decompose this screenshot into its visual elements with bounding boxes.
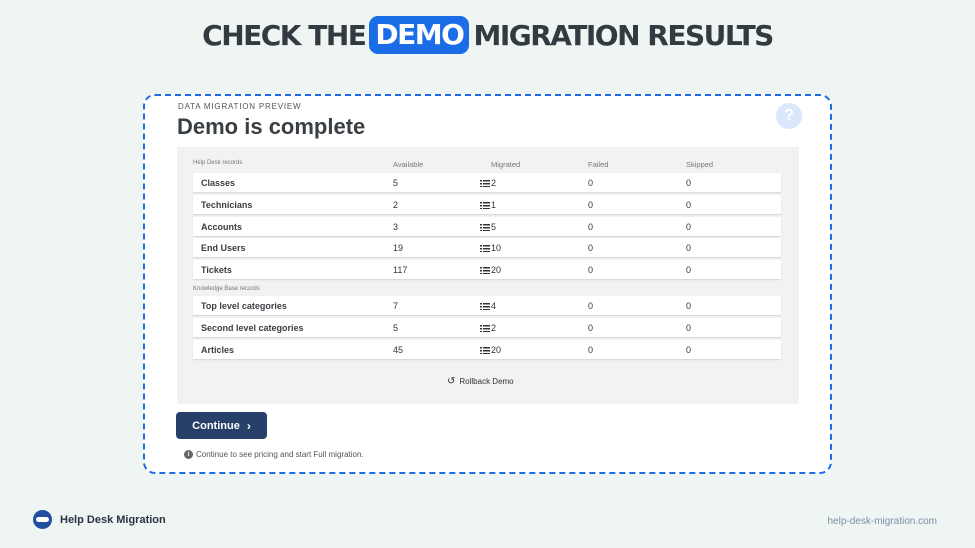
kb-section-label: Knowledge Base records [193,286,260,292]
brand-name: Help Desk Migration [60,513,166,526]
column-header-available: Available [393,160,424,169]
available-count: 45 [393,345,404,355]
headline: CHECK THE DEMO MIGRATION RESULTS [0,16,975,54]
table-row: Accounts 3 5 0 0 [193,217,781,236]
available-count: 117 [393,265,408,275]
failed-count: 0 [588,323,594,333]
available-count: 19 [393,243,404,253]
failed-count: 0 [588,345,594,355]
preview-frame: DATA MIGRATION PREVIEW Demo is complete … [143,94,832,474]
migrated-count: 10 [491,243,502,253]
list-icon [480,324,490,332]
info-icon: i [184,450,193,459]
preview-kicker: DATA MIGRATION PREVIEW [178,102,302,111]
skipped-count: 0 [686,200,692,210]
migrated-count: 4 [491,301,497,311]
list-icon [480,266,490,274]
column-header-failed: Failed [588,160,609,169]
migrated-cell[interactable]: 4 [480,301,496,311]
record-name: Second level categories [201,323,304,333]
migrated-cell[interactable]: 20 [480,265,501,275]
page-title: Demo is complete [177,114,366,139]
migrated-cell[interactable]: 2 [480,323,496,333]
rollback-label: Rollback Demo [459,377,514,386]
available-count: 2 [393,200,399,210]
failed-count: 0 [588,243,594,253]
skipped-count: 0 [686,222,692,232]
table-row: End Users 19 10 0 0 [193,238,781,257]
migrated-count: 20 [491,265,502,275]
list-icon [480,179,490,187]
table-row: Top level categories 7 4 0 0 [193,296,781,315]
table-row: Technicians 2 1 0 0 [193,195,781,214]
available-count: 5 [393,323,399,333]
continue-label: Continue [192,419,240,432]
available-count: 7 [393,301,399,311]
record-name: Classes [201,178,236,188]
migrated-count: 2 [491,178,497,188]
failed-count: 0 [588,265,594,275]
record-name: End Users [201,243,246,253]
migrated-count: 1 [491,200,497,210]
failed-count: 0 [588,222,594,232]
migrated-count: 20 [491,345,502,355]
record-name: Accounts [201,222,243,232]
failed-count: 0 [588,301,594,311]
table-row: Tickets 117 20 0 0 [193,260,781,279]
record-name: Technicians [201,200,253,210]
available-count: 3 [393,222,399,232]
continue-button[interactable]: Continue › [176,412,267,439]
results-panel: Help Desk records Available Migrated Fai… [177,147,799,404]
footer-url: help-desk-migration.com [827,516,938,527]
help-icon[interactable]: ? [776,103,802,129]
column-header-records: Help Desk records [193,160,243,166]
record-name: Articles [201,345,235,355]
list-icon [480,346,490,354]
rollback-demo-link[interactable]: ↺ Rollback Demo [447,376,514,387]
migrated-cell[interactable]: 5 [480,222,496,232]
migrated-count: 5 [491,222,497,232]
skipped-count: 0 [686,345,692,355]
list-icon [480,223,490,231]
skipped-count: 0 [686,243,692,253]
undo-icon: ↺ [447,376,456,387]
migrated-cell[interactable]: 2 [480,178,496,188]
column-header-migrated: Migrated [491,160,521,169]
continue-note-text: Continue to see pricing and start Full m… [196,450,364,459]
table-row: Second level categories 5 2 0 0 [193,318,781,337]
failed-count: 0 [588,200,594,210]
failed-count: 0 [588,178,594,188]
headline-highlight: DEMO [369,16,470,54]
migrated-cell[interactable]: 10 [480,243,501,253]
migrated-cell[interactable]: 20 [480,345,501,355]
chevron-right-icon: › [246,418,251,433]
skipped-count: 0 [686,265,692,275]
brand-logo-icon [33,510,52,529]
table-row: Classes 5 2 0 0 [193,173,781,192]
headline-part1: CHECK THE [202,18,367,52]
skipped-count: 0 [686,178,692,188]
list-icon [480,244,490,252]
list-icon [480,302,490,310]
list-icon [480,201,490,209]
migrated-count: 2 [491,323,497,333]
record-name: Top level categories [201,301,287,311]
record-name: Tickets [201,265,232,275]
skipped-count: 0 [686,323,692,333]
brand: Help Desk Migration [33,510,166,529]
column-header-skipped: Skipped [686,160,714,169]
migrated-cell[interactable]: 1 [480,200,496,210]
skipped-count: 0 [686,301,692,311]
continue-note: i Continue to see pricing and start Full… [184,450,364,459]
table-row: Articles 45 20 0 0 [193,340,781,359]
available-count: 5 [393,178,399,188]
headline-part2: MIGRATION RESULTS [473,18,774,52]
